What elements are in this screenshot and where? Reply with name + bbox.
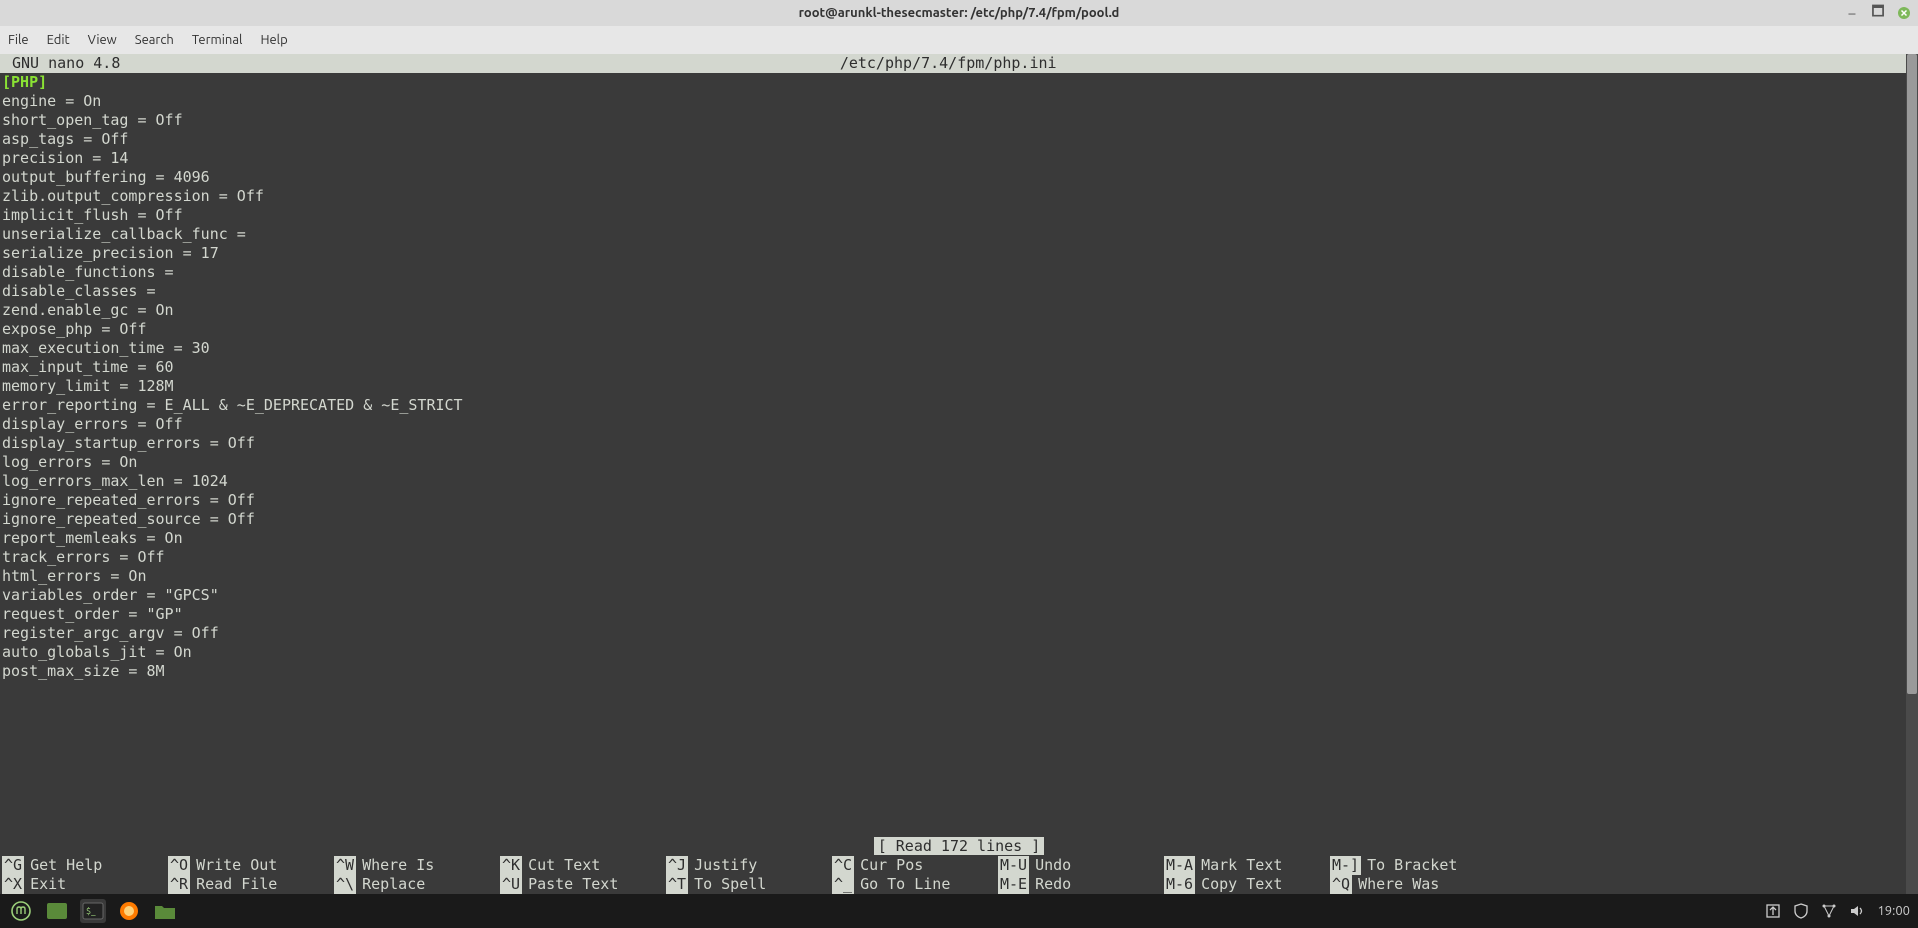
nano-help-key: ^_ — [832, 875, 854, 894]
nano-help-key: ^\ — [334, 875, 356, 894]
mint-menu-icon[interactable] — [8, 899, 34, 923]
scrollbar-thumb[interactable] — [1907, 54, 1917, 694]
nano-help-key: ^U — [500, 875, 522, 894]
nano-help-label: Replace — [356, 875, 425, 894]
nano-help-row: ^XExit^RRead File^\Replace^UPaste Text^T… — [2, 875, 1918, 894]
tray-update-icon[interactable] — [1765, 903, 1781, 919]
nano-help-key: ^K — [500, 856, 522, 875]
nano-help-key: M-] — [1330, 856, 1361, 875]
close-button[interactable] — [1896, 5, 1912, 21]
nano-help-label: Write Out — [190, 856, 277, 875]
nano-help-item: ^GGet Help — [2, 856, 168, 875]
nano-help-item: ^XExit — [2, 875, 168, 894]
nano-help-item: ^\Replace — [334, 875, 500, 894]
nano-help-key: M-A — [1164, 856, 1195, 875]
nano-help-item: M-UUndo — [998, 856, 1164, 875]
terminal-scrollbar[interactable] — [1906, 54, 1918, 894]
nano-help-label: Where Was — [1352, 875, 1439, 894]
nano-help-key: ^X — [2, 875, 24, 894]
nano-help-key: ^C — [832, 856, 854, 875]
maximize-button[interactable]: 🗖 — [1870, 5, 1886, 21]
menu-file[interactable]: File — [8, 33, 29, 47]
nano-help-item: ^RRead File — [168, 875, 334, 894]
nano-help-label: Mark Text — [1195, 856, 1282, 875]
taskbar-terminal-icon[interactable]: $_ — [80, 899, 106, 923]
taskbar: $_ 19:00 — [0, 894, 1918, 928]
menu-search[interactable]: Search — [135, 33, 174, 47]
show-desktop-icon[interactable] — [44, 899, 70, 923]
tray-network-icon[interactable] — [1821, 903, 1837, 919]
nano-help-label: Exit — [24, 875, 66, 894]
nano-help-item: M-ERedo — [998, 875, 1164, 894]
tray-shield-icon[interactable] — [1793, 903, 1809, 919]
menu-help[interactable]: Help — [260, 33, 287, 47]
ini-section-header: [PHP] — [2, 73, 47, 91]
nano-help-label: Where Is — [356, 856, 434, 875]
minimize-button[interactable]: – — [1844, 5, 1860, 21]
window-controls: – 🗖 — [1844, 5, 1912, 21]
editor-content[interactable]: [PHP] engine = On short_open_tag = Off a… — [0, 73, 1918, 837]
nano-help-item: ^_Go To Line — [832, 875, 998, 894]
nano-help-label: Paste Text — [522, 875, 618, 894]
nano-help-key: M-E — [998, 875, 1029, 894]
nano-help-label: Read File — [190, 875, 277, 894]
nano-header: GNU nano 4.8 /etc/php/7.4/fpm/php.ini — [0, 54, 1918, 73]
nano-help-label: Undo — [1029, 856, 1071, 875]
nano-help-label: Get Help — [24, 856, 102, 875]
menu-edit[interactable]: Edit — [47, 33, 70, 47]
nano-help-key: ^T — [666, 875, 688, 894]
nano-help-key: ^G — [2, 856, 24, 875]
nano-help-label: Copy Text — [1195, 875, 1282, 894]
nano-help-key: M-6 — [1164, 875, 1195, 894]
system-tray: 19:00 — [1765, 903, 1910, 919]
nano-help-label: To Spell — [688, 875, 766, 894]
nano-status-line: [ Read 172 lines ] — [0, 837, 1918, 856]
nano-status-text: [ Read 172 lines ] — [874, 837, 1045, 855]
nano-help-item: M-6Copy Text — [1164, 875, 1330, 894]
svg-text:$_: $_ — [86, 906, 96, 916]
nano-help-key: ^R — [168, 875, 190, 894]
nano-help-key: M-U — [998, 856, 1029, 875]
nano-help-item: ^UPaste Text — [500, 875, 666, 894]
nano-help-key: ^J — [666, 856, 688, 875]
nano-help-label: Redo — [1029, 875, 1071, 894]
nano-help-item: M-AMark Text — [1164, 856, 1330, 875]
menu-view[interactable]: View — [88, 33, 117, 47]
nano-help-item: ^CCur Pos — [832, 856, 998, 875]
window-titlebar: root@arunkl-thesecmaster: /etc/php/7.4/f… — [0, 0, 1918, 26]
nano-help-label: Justify — [688, 856, 757, 875]
nano-help-label: Go To Line — [854, 875, 950, 894]
nano-help-item: ^WWhere Is — [334, 856, 500, 875]
taskbar-files-icon[interactable] — [152, 899, 178, 923]
nano-help-key: ^W — [334, 856, 356, 875]
nano-help-item: ^KCut Text — [500, 856, 666, 875]
nano-app-name: GNU nano 4.8 — [2, 54, 120, 73]
nano-help-item: ^TTo Spell — [666, 875, 832, 894]
menubar: File Edit View Search Terminal Help — [0, 26, 1918, 54]
clock[interactable]: 19:00 — [1877, 904, 1910, 918]
nano-help: ^GGet Help^OWrite Out^WWhere Is^KCut Tex… — [0, 856, 1918, 894]
terminal[interactable]: GNU nano 4.8 /etc/php/7.4/fpm/php.ini [P… — [0, 54, 1918, 894]
nano-help-item: M-]To Bracket — [1330, 856, 1496, 875]
menu-terminal[interactable]: Terminal — [192, 33, 243, 47]
nano-help-label: To Bracket — [1361, 856, 1457, 875]
nano-help-key: ^O — [168, 856, 190, 875]
nano-help-label: Cut Text — [522, 856, 600, 875]
nano-file-path: /etc/php/7.4/fpm/php.ini — [120, 54, 1776, 73]
window-title: root@arunkl-thesecmaster: /etc/php/7.4/f… — [799, 6, 1120, 20]
tray-volume-icon[interactable] — [1849, 903, 1865, 919]
nano-help-label: Cur Pos — [854, 856, 923, 875]
nano-help-key: ^Q — [1330, 875, 1352, 894]
nano-help-row: ^GGet Help^OWrite Out^WWhere Is^KCut Tex… — [2, 856, 1918, 875]
nano-help-item: ^OWrite Out — [168, 856, 334, 875]
taskbar-firefox-icon[interactable] — [116, 899, 142, 923]
nano-help-item: ^JJustify — [666, 856, 832, 875]
nano-help-item: ^QWhere Was — [1330, 875, 1496, 894]
